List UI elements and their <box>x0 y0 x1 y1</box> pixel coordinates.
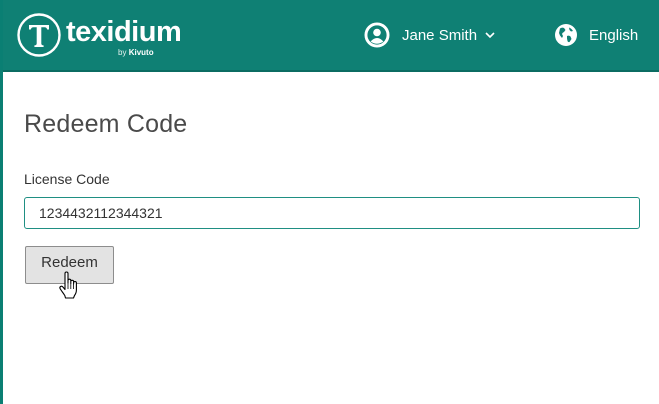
page-title: Redeem Code <box>24 110 188 138</box>
brand-by-text: by <box>118 48 127 57</box>
brand-wordmark: texidium by Kivuto <box>66 8 184 62</box>
globe-icon <box>555 24 577 46</box>
redeem-button[interactable]: Redeem <box>25 246 114 284</box>
top-navigation-bar: texidium by Kivuto Jane Smith English <box>0 0 659 70</box>
brand-byline: by Kivuto <box>118 48 154 58</box>
user-menu[interactable]: Jane Smith <box>364 20 495 50</box>
header-divider <box>0 70 659 72</box>
app-frame: texidium by Kivuto Jane Smith English Re… <box>0 0 659 404</box>
brand-vendor: Kivuto <box>128 48 154 57</box>
brand-name: texidium <box>66 16 182 48</box>
left-border <box>0 0 3 404</box>
brand-logo[interactable]: texidium by Kivuto <box>16 8 184 62</box>
user-name: Jane Smith <box>402 26 478 44</box>
texidium-logo-icon <box>17 13 61 57</box>
language-menu[interactable]: English <box>554 20 638 50</box>
chevron-down-icon <box>485 31 495 38</box>
license-code-input[interactable] <box>24 197 640 229</box>
language-label: English <box>589 26 639 44</box>
user-avatar-icon <box>364 22 390 48</box>
license-code-label: License Code <box>24 171 110 187</box>
